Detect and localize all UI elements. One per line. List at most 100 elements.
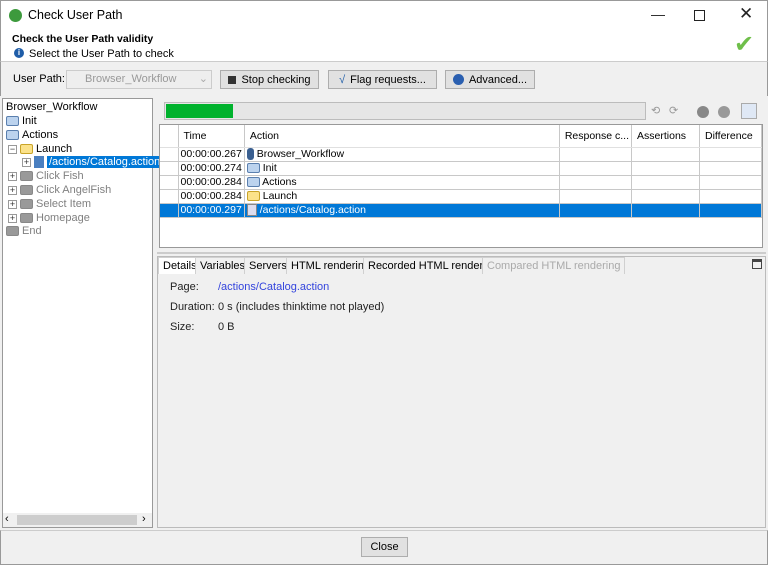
difference-cell	[700, 203, 762, 217]
scroll-right-arrow[interactable]: ›	[142, 513, 146, 525]
assertions-cell	[632, 175, 700, 189]
results-table[interactable]: Time Action Response c... Assertions Dif…	[159, 124, 763, 248]
tab-html-rendering[interactable]: HTML rendering	[286, 257, 375, 274]
size-value: 0 B	[218, 321, 235, 333]
folder-icon	[20, 199, 33, 209]
maximize-panel-icon[interactable]	[752, 259, 762, 269]
table-row[interactable]: 00:00:00.274 Init	[160, 161, 762, 175]
tab-servers[interactable]: Servers	[244, 257, 292, 274]
folder-icon	[20, 171, 33, 181]
page-icon	[247, 204, 257, 216]
footer: Close	[0, 530, 768, 565]
app-logo-icon	[9, 9, 22, 22]
tree-item[interactable]: +Select Item	[8, 197, 91, 211]
action-cell: Launch	[244, 189, 559, 203]
folder-icon	[6, 116, 19, 126]
toolbar: User Path: Browser_Workflow ⌄ Stop check…	[0, 62, 768, 96]
action-cell: Init	[244, 161, 559, 175]
expand-icon[interactable]: +	[8, 186, 17, 195]
tab-compared-html: Compared HTML rendering	[482, 257, 625, 274]
assertions-cell	[632, 189, 700, 203]
response-cell	[559, 189, 631, 203]
table-row[interactable]: 00:00:00.284 Launch	[160, 189, 762, 203]
folder-icon	[247, 163, 260, 173]
collapse-icon[interactable]: −	[8, 145, 17, 154]
tree-item[interactable]: +Homepage	[8, 211, 90, 225]
col-action[interactable]: Action	[244, 125, 559, 147]
tree-item-selected[interactable]: +/actions/Catalog.action	[22, 155, 162, 169]
duration-label: Duration:	[170, 301, 215, 313]
folder-icon	[6, 226, 19, 236]
user-path-tree[interactable]: Browser_Workflow Init Actions −Launch +/…	[2, 98, 153, 528]
scroll-thumb[interactable]	[17, 515, 137, 525]
results-panel: ⟲ ⟳ Time Action Response c... Assertions…	[157, 98, 766, 528]
response-cell	[559, 147, 631, 161]
row-header	[160, 125, 178, 147]
tab-bar: Details Variables Servers HTML rendering…	[158, 257, 765, 275]
progress-bar	[164, 102, 646, 120]
col-response[interactable]: Response c...	[559, 125, 631, 147]
user-icon	[247, 148, 254, 160]
tree-item[interactable]: Init	[6, 114, 37, 128]
layout-icon[interactable]	[741, 103, 757, 119]
stop-checking-button[interactable]: Stop checking	[220, 70, 319, 89]
col-time[interactable]: Time	[178, 125, 244, 147]
header-info: Select the User Path to check	[29, 48, 174, 60]
close-button[interactable]: Close	[361, 537, 408, 557]
table-row[interactable]: 00:00:00.267 Browser_Workflow	[160, 147, 762, 161]
expand-icon[interactable]: +	[8, 172, 17, 181]
user-path-label: User Path:	[13, 73, 65, 85]
chevron-down-icon: ⌄	[199, 71, 208, 88]
maximize-button[interactable]	[694, 10, 705, 21]
difference-cell	[700, 175, 762, 189]
row-header-cell	[160, 161, 178, 175]
tree-item[interactable]: +Click Fish	[8, 169, 84, 183]
progress-fill	[166, 104, 233, 118]
close-window-button[interactable]: ✕	[739, 4, 753, 24]
tree-item[interactable]: Actions	[6, 128, 58, 142]
header: Check the User Path validity i Select th…	[0, 30, 768, 62]
time-cell: 00:00:00.284	[178, 189, 244, 203]
advanced-button[interactable]: Advanced...	[445, 70, 535, 89]
title-bar: Check User Path — ✕	[0, 0, 768, 30]
difference-cell	[700, 189, 762, 203]
tree-item[interactable]: −Launch	[8, 142, 72, 156]
minimize-button[interactable]: —	[651, 6, 665, 22]
header-title: Check the User Path validity	[12, 33, 153, 45]
tree-root[interactable]: Browser_Workflow	[6, 100, 98, 114]
previous-error-icon[interactable]: ⟲	[651, 104, 660, 117]
expand-icon[interactable]: +	[8, 214, 17, 223]
tab-variables[interactable]: Variables	[195, 257, 250, 274]
page-link[interactable]: /actions/Catalog.action	[218, 281, 329, 293]
flag-requests-button[interactable]: √Flag requests...	[328, 70, 437, 89]
response-cell	[559, 161, 631, 175]
divider[interactable]	[157, 252, 766, 254]
table-row[interactable]: 00:00:00.284 Actions	[160, 175, 762, 189]
time-cell: 00:00:00.274	[178, 161, 244, 175]
folder-icon	[20, 144, 33, 154]
user-path-select[interactable]: Browser_Workflow ⌄	[66, 70, 212, 89]
scroll-left-arrow[interactable]: ‹	[5, 513, 9, 525]
folder-icon	[20, 185, 33, 195]
assertions-cell	[632, 203, 700, 217]
tree-item[interactable]: +Click AngelFish	[8, 183, 111, 197]
duration-value: 0 s (includes thinktime not played)	[218, 301, 384, 313]
response-cell	[559, 203, 631, 217]
stop-record-icon[interactable]	[697, 106, 709, 118]
folder-icon	[20, 213, 33, 223]
folder-icon	[6, 130, 19, 140]
next-error-icon[interactable]: ⟳	[669, 104, 678, 117]
stop-icon	[228, 76, 236, 84]
horizontal-scrollbar[interactable]: ‹ ›	[3, 513, 152, 527]
assertions-cell	[632, 161, 700, 175]
action-cell: /actions/Catalog.action	[244, 203, 559, 217]
expand-icon[interactable]: +	[8, 200, 17, 209]
table-row[interactable]: 00:00:00.297 /actions/Catalog.action	[160, 203, 762, 217]
tree-item[interactable]: End	[6, 224, 42, 238]
expand-icon[interactable]: +	[22, 158, 31, 167]
col-assertions[interactable]: Assertions	[632, 125, 700, 147]
col-difference[interactable]: Difference	[700, 125, 762, 147]
time-cell: 00:00:00.297	[178, 203, 244, 217]
wrench-icon	[453, 74, 464, 85]
clear-icon[interactable]	[718, 106, 730, 118]
